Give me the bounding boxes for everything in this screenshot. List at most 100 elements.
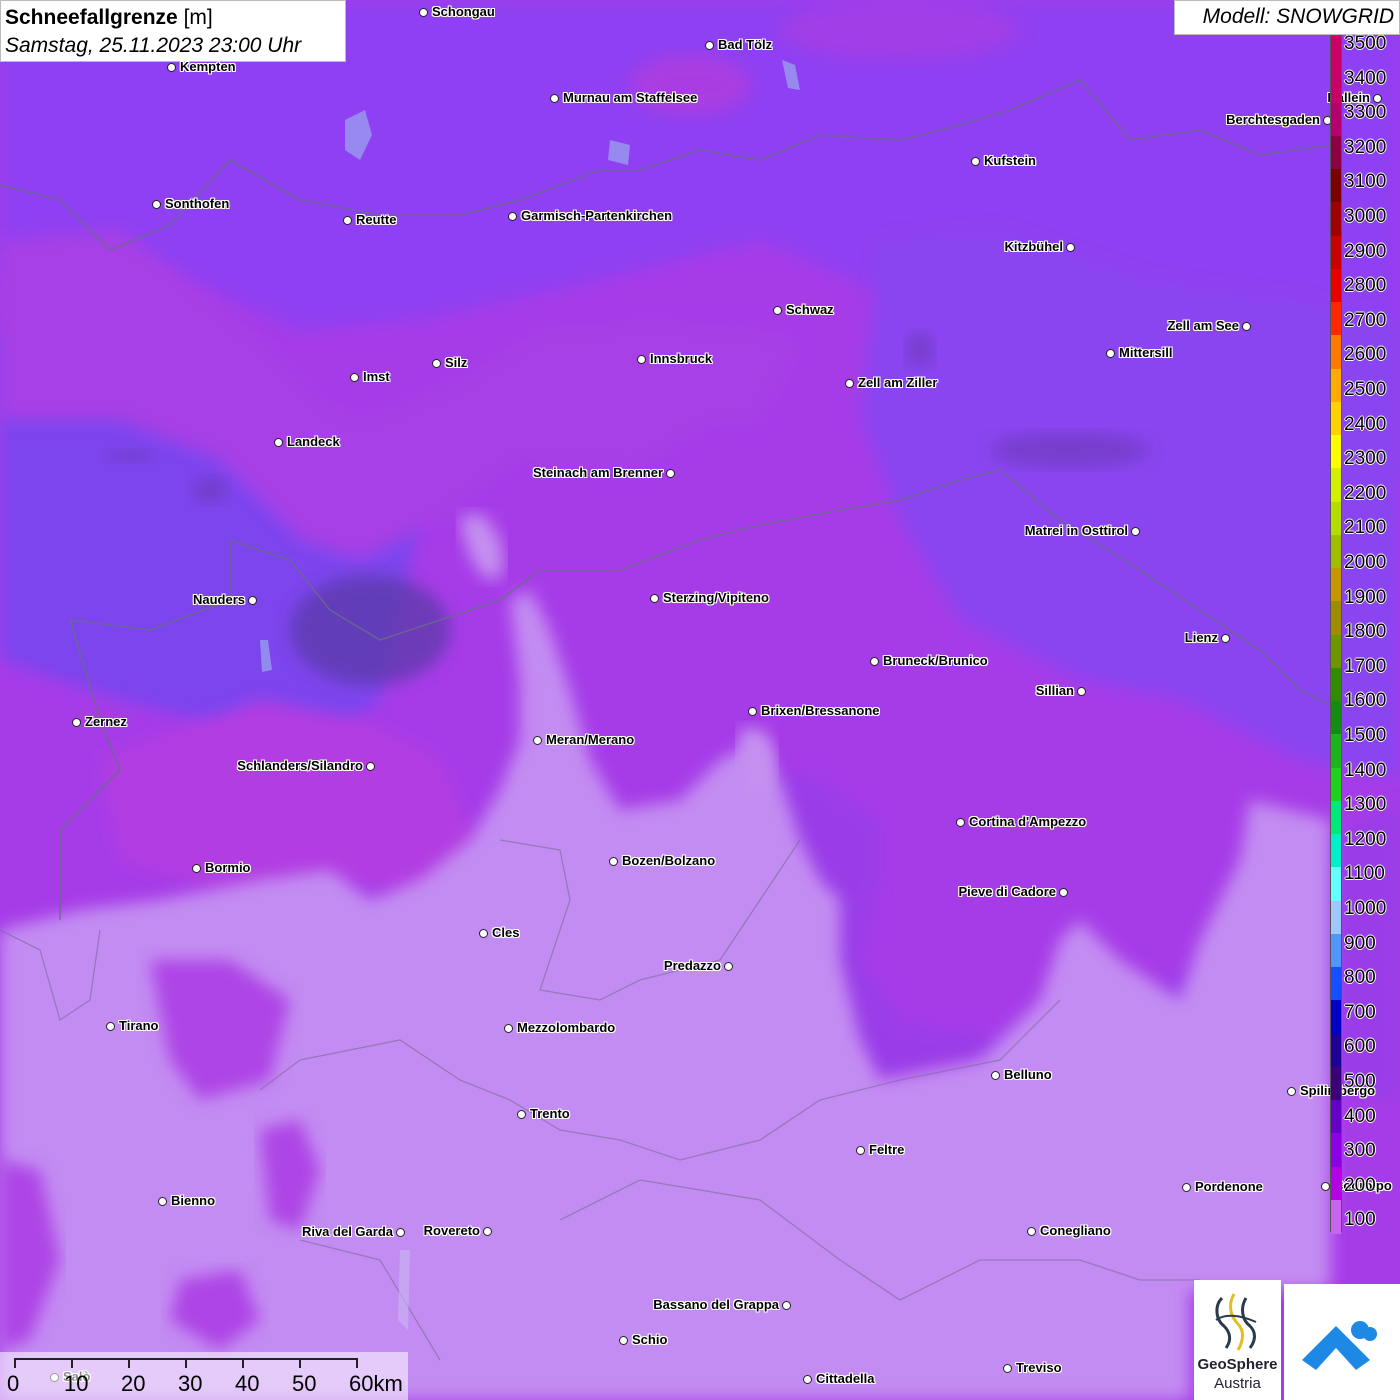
city-label: Bad Tölz (718, 37, 773, 52)
city-label: Kufstein (984, 153, 1036, 168)
scale-tick (71, 1358, 73, 1368)
city-marker-icon (419, 8, 428, 17)
city-label: Reutte (356, 212, 397, 227)
city-marker-icon (479, 929, 488, 938)
legend-tick-label: 2100 (1344, 517, 1387, 539)
legend-color-band (1331, 867, 1341, 901)
city-label: Silz (445, 355, 468, 370)
legend-color-band (1331, 501, 1341, 536)
legend-color-band (1331, 235, 1341, 270)
snow-app-logo[interactable] (1284, 1284, 1400, 1400)
city-marker-icon (158, 1197, 167, 1206)
legend-color-band (1331, 834, 1341, 868)
city-marker-icon (1066, 243, 1075, 252)
scale-label: 60km (349, 1371, 403, 1396)
city-label: Cortina d'Ampezzo (969, 814, 1087, 829)
city-marker-icon (72, 718, 81, 727)
legend-tick-label: 900 (1344, 932, 1376, 954)
legend-color-band (1331, 701, 1341, 735)
city-marker-icon (192, 864, 201, 873)
legend-color-band (1331, 1199, 1341, 1234)
city-marker-icon (167, 63, 176, 72)
scale-label: 20 (121, 1371, 146, 1396)
city-label: Bozen/Bolzano (622, 853, 716, 868)
snowfall-limit-map[interactable]: Schneefallgrenze [m] Samstag, 25.11.2023… (0, 0, 1400, 1400)
legend-tick-label: 1100 (1344, 863, 1385, 885)
legend-color-band (1331, 401, 1341, 436)
city-marker-icon (432, 359, 441, 368)
scale-tick (185, 1358, 187, 1368)
legend-color-band (1331, 601, 1341, 635)
scale-tick (14, 1358, 16, 1368)
city-marker-icon (705, 41, 714, 50)
city-marker-icon (550, 94, 559, 103)
legend-tick-label: 2500 (1344, 379, 1387, 400)
city-label: Imst (363, 369, 390, 384)
city-label: Nauders (192, 592, 245, 607)
legend-color-band (1331, 800, 1341, 835)
city-label: Zell am See (1167, 318, 1239, 333)
scale-label: 10 (64, 1371, 89, 1396)
map-title-box: Schneefallgrenze [m] Samstag, 25.11.2023… (0, 0, 346, 62)
city-marker-icon (366, 762, 375, 771)
city-label: Belluno (1004, 1067, 1052, 1082)
city-label: Zell am Ziller (858, 375, 938, 390)
city-marker-icon (748, 707, 757, 716)
legend-tick-label: 200 (1344, 1174, 1376, 1196)
city-label: Meran/Merano (546, 732, 635, 747)
city-marker-icon (803, 1375, 812, 1384)
city-marker-icon (1077, 687, 1086, 696)
city-marker-icon (637, 355, 646, 364)
legend-color-band (1331, 1000, 1341, 1034)
legend-color-band (1331, 169, 1341, 203)
legend-color-band (1331, 667, 1341, 702)
city-marker-icon (1287, 1087, 1296, 1096)
geosphere-logo[interactable]: GeoSphere Austria (1194, 1280, 1281, 1400)
city-label: Trento (530, 1106, 570, 1121)
legend-tick-label: 3300 (1344, 102, 1387, 124)
distance-scale-bar: 0 10 20 30 40 50 60km (0, 1352, 408, 1400)
legend-color-band (1331, 36, 1341, 70)
city-marker-icon (508, 212, 517, 221)
legend-tick-label: 600 (1344, 1036, 1376, 1058)
legend-color-band (1331, 534, 1341, 569)
scale-tick (242, 1358, 244, 1368)
legend-color-band (1331, 734, 1341, 768)
logo-line2: Austria (1214, 1375, 1261, 1392)
city-marker-icon (483, 1227, 492, 1236)
city-marker-icon (1321, 1182, 1330, 1191)
legend-color-band (1331, 1166, 1341, 1201)
legend-color-band (1331, 1133, 1341, 1167)
city-label: Cles (492, 925, 520, 940)
city-marker-icon (956, 818, 965, 827)
mountain-cloud-icon (1302, 1321, 1377, 1370)
city-label: Rovereto (423, 1223, 480, 1238)
legend-tick-label: 3400 (1344, 67, 1387, 89)
city-label: Mittersill (1119, 345, 1173, 360)
city-label: Kempten (180, 59, 236, 74)
city-label: Innsbruck (650, 351, 713, 366)
city-label: Bassano del Grappa (653, 1297, 779, 1312)
legend-tick-label: 500 (1344, 1071, 1376, 1092)
city-marker-icon (845, 379, 854, 388)
city-marker-icon (1059, 888, 1068, 897)
logo-line1: GeoSphere (1197, 1356, 1278, 1373)
legend-color-band (1331, 1100, 1341, 1134)
parameter-title: Schneefallgrenze [m] (5, 6, 213, 29)
legend-tick-label: 1200 (1344, 828, 1387, 850)
city-marker-icon (152, 200, 161, 209)
city-label: Landeck (287, 434, 340, 449)
city-marker-icon (1027, 1227, 1036, 1236)
legend-color-band (1331, 900, 1341, 935)
legend-tick-label: 3000 (1344, 206, 1387, 227)
city-label: Feltre (869, 1142, 905, 1157)
city-label: Matrei in Osttirol (1024, 523, 1128, 538)
city-marker-icon (1003, 1364, 1012, 1373)
legend-color-band (1331, 202, 1341, 236)
city-label: Bormio (205, 860, 251, 875)
legend-tick-label: 2200 (1344, 482, 1387, 504)
city-label: Schio (632, 1332, 668, 1347)
city-marker-icon (396, 1228, 405, 1237)
legend-color-band (1331, 102, 1341, 137)
city-label: Bienno (171, 1193, 216, 1208)
